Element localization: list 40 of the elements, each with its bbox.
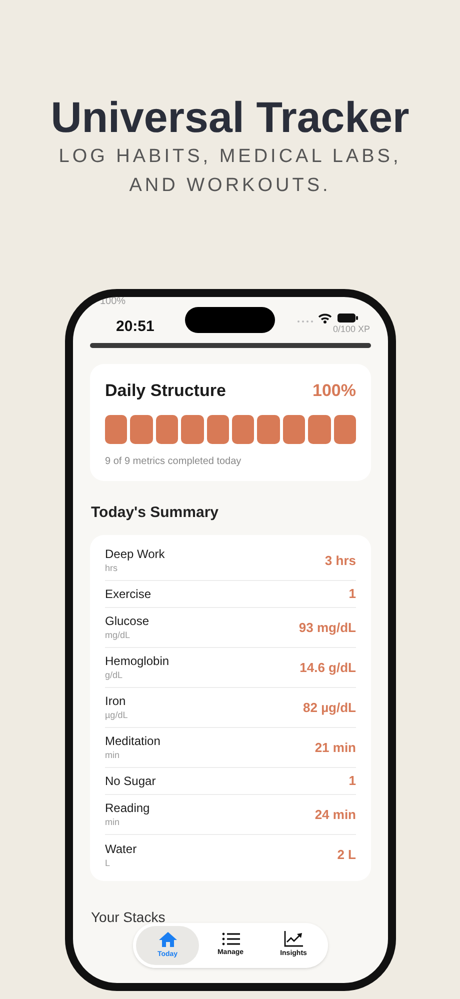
metric-name: Deep Work: [105, 547, 165, 562]
metric-value: 1: [348, 585, 356, 604]
xp-counter: 0/100 XP: [332, 323, 370, 336]
metric-name: Iron: [105, 694, 127, 709]
metric-name: Meditation: [105, 734, 160, 749]
battery-icon: [337, 313, 358, 323]
metric-value: 3 hrs: [324, 552, 356, 570]
completion-caption: 9 of 9 metrics completed today: [105, 454, 242, 468]
metric-value: 93 mg/dL: [298, 618, 356, 637]
status-time: 20:51: [116, 317, 154, 337]
metric-value: 1: [348, 772, 356, 790]
metric-unit: mg/dL: [105, 629, 132, 641]
metric-unit: hrs: [105, 562, 119, 574]
metric-name: Exercise: [105, 586, 152, 602]
section-title: Today's Summary: [91, 502, 220, 522]
section-title: Your Stacks: [91, 908, 166, 927]
percent-complete: 100%: [312, 380, 356, 402]
metric-name: Glucose: [105, 614, 150, 629]
metric-name: Hemoglobin: [105, 654, 170, 669]
metric-unit: min: [105, 749, 121, 761]
cellular-icon: [297, 320, 315, 323]
metric-value: 2 L: [337, 846, 356, 864]
wifi-icon: [318, 313, 332, 324]
metric-name: No Sugar: [105, 774, 156, 788]
metric-name: Reading: [105, 801, 150, 816]
metric-value: 14.6 g/dL: [300, 658, 356, 677]
metric-unit: µg/dL: [105, 709, 128, 721]
home-icon: [158, 930, 178, 948]
metric-value: 24 min: [314, 806, 356, 824]
card-title: Daily Structure: [105, 380, 226, 402]
metric-unit: L: [105, 856, 112, 868]
metric-value: 82 µg/dL: [303, 698, 356, 717]
metric-name: Water: [105, 842, 137, 856]
list-icon: [222, 932, 240, 946]
metric-value: 21 min: [314, 738, 356, 757]
chart-icon: [284, 931, 303, 948]
metric-unit: g/dL: [105, 669, 124, 681]
subheadline: LOG HABITS, MEDICAL LABS, AND WORKOUTS.: [58, 145, 402, 198]
metric-unit: min: [105, 816, 121, 828]
headline: Universal Tracker: [50, 93, 410, 144]
